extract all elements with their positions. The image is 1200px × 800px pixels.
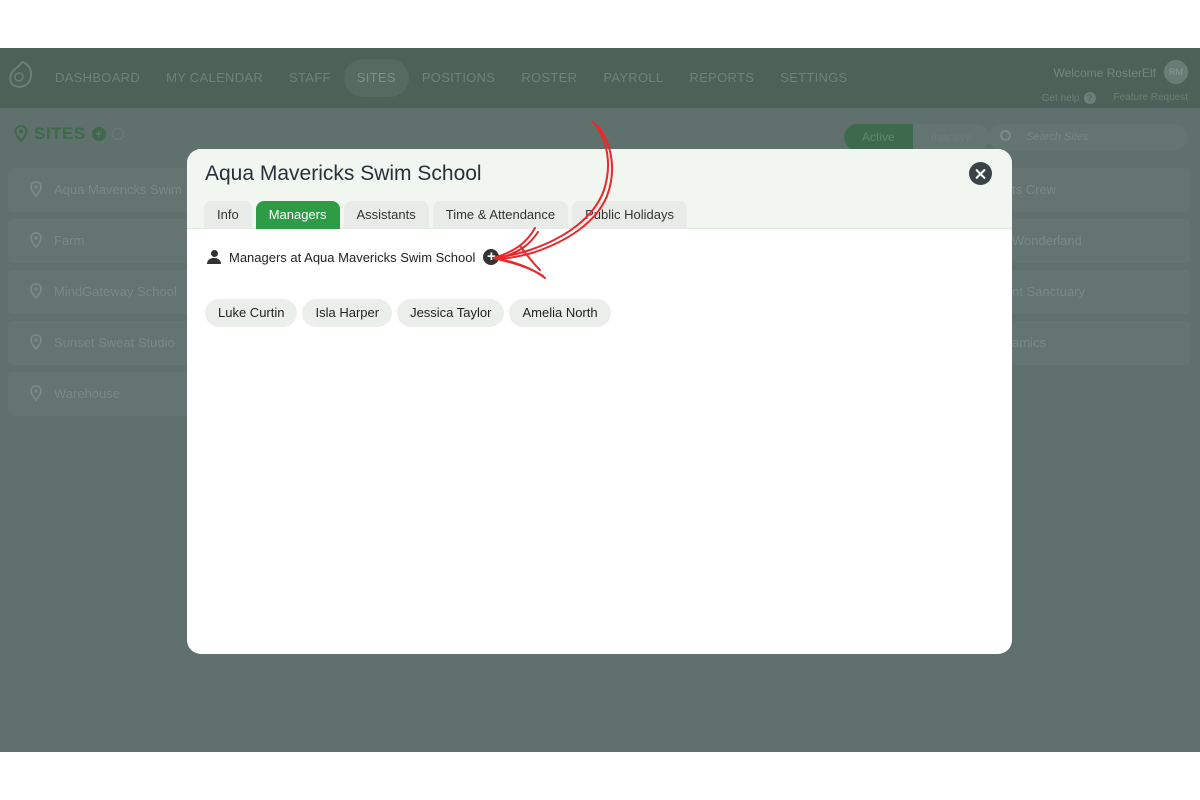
site-row[interactable]: MindGateway School bbox=[8, 270, 194, 314]
nav-sites[interactable]: SITES bbox=[343, 59, 409, 97]
get-help-link[interactable]: Get help? bbox=[1042, 92, 1096, 104]
filter-inactive-button[interactable]: Inactive bbox=[912, 124, 991, 150]
site-name: Aqua Mavericks Swim Sc bbox=[54, 182, 194, 197]
feature-request-link[interactable]: Feature Request bbox=[1114, 92, 1189, 104]
location-pin-icon bbox=[30, 232, 42, 249]
add-site-icon[interactable]: + bbox=[91, 127, 106, 141]
manager-list: Luke Curtin Isla Harper Jessica Taylor A… bbox=[205, 299, 611, 327]
search-icon bbox=[1000, 130, 1011, 141]
page-title: SITES bbox=[34, 124, 86, 143]
top-navigation: DASHBOARD MY CALENDAR STAFF SITES POSITI… bbox=[0, 48, 1200, 108]
site-name: Warehouse bbox=[54, 386, 120, 401]
manager-chip[interactable]: Amelia North bbox=[509, 299, 611, 327]
manager-chip[interactable]: Luke Curtin bbox=[205, 299, 298, 327]
welcome-text: Welcome RosterElf bbox=[1053, 66, 1156, 80]
site-details-modal: Aqua Mavericks Swim School Info Managers… bbox=[187, 149, 1012, 654]
app-background: DASHBOARD MY CALENDAR STAFF SITES POSITI… bbox=[0, 48, 1200, 752]
manager-chip[interactable]: Jessica Taylor bbox=[397, 299, 505, 327]
managers-section-label: Managers at Aqua Mavericks Swim School bbox=[229, 249, 476, 265]
question-icon: ? bbox=[1083, 92, 1096, 104]
location-pin-icon bbox=[30, 334, 42, 351]
site-row[interactable]: Sunset Sweat Studio bbox=[8, 321, 194, 365]
site-row[interactable]: nt Sanctuary bbox=[990, 270, 1190, 314]
nav-positions[interactable]: POSITIONS bbox=[409, 59, 509, 97]
site-name: Wonderland bbox=[1012, 233, 1082, 248]
site-row[interactable]: amics bbox=[990, 321, 1190, 365]
site-row[interactable]: Farm bbox=[8, 219, 194, 263]
modal-header: Aqua Mavericks Swim School Info Managers… bbox=[187, 149, 1012, 229]
get-help-label: Get help bbox=[1041, 93, 1080, 104]
nav-reports[interactable]: REPORTS bbox=[676, 59, 767, 97]
nav-staff[interactable]: STAFF bbox=[276, 59, 344, 97]
location-pin-icon bbox=[30, 181, 42, 198]
site-name: ts Crew bbox=[1012, 182, 1057, 197]
nav-settings[interactable]: SETTINGS bbox=[767, 59, 860, 97]
person-icon bbox=[207, 250, 221, 264]
site-row[interactable]: ts Crew bbox=[990, 168, 1190, 212]
tab-managers[interactable]: Managers bbox=[255, 201, 340, 229]
site-name: MindGateway School bbox=[54, 284, 177, 299]
location-pin-icon bbox=[30, 283, 42, 300]
nav-my-calendar[interactable]: MY CALENDAR bbox=[153, 59, 276, 97]
managers-section-header: Managers at Aqua Mavericks Swim School + bbox=[207, 249, 500, 265]
status-filter: Active Inactive bbox=[844, 124, 991, 150]
search-sites-input[interactable]: Search Sites bbox=[988, 124, 1188, 150]
site-row[interactable]: Wonderland bbox=[990, 219, 1190, 263]
modal-tabs: Info Managers Assistants Time & Attendan… bbox=[204, 201, 687, 229]
avatar[interactable]: RM bbox=[1164, 60, 1188, 84]
rosterelf-logo-icon bbox=[9, 60, 33, 88]
tab-public-holidays[interactable]: Public Holidays bbox=[572, 201, 687, 229]
site-row[interactable]: Aqua Mavericks Swim Sc bbox=[8, 168, 194, 212]
add-manager-button[interactable]: + bbox=[483, 249, 500, 265]
tab-info[interactable]: Info bbox=[204, 201, 252, 229]
site-name: Sunset Sweat Studio bbox=[54, 335, 175, 350]
close-icon[interactable] bbox=[969, 162, 992, 185]
nav-payroll[interactable]: PAYROLL bbox=[590, 59, 676, 97]
nav-dashboard[interactable]: DASHBOARD bbox=[42, 59, 153, 97]
site-name: nt Sanctuary bbox=[1012, 284, 1085, 299]
site-name: Farm bbox=[54, 233, 85, 248]
site-row[interactable]: Warehouse bbox=[8, 372, 194, 416]
search-placeholder: Search Sites bbox=[1026, 131, 1089, 143]
modal-title: Aqua Mavericks Swim School bbox=[205, 162, 482, 185]
tab-time-attendance[interactable]: Time & Attendance bbox=[432, 201, 569, 229]
location-pin-icon bbox=[14, 125, 28, 143]
help-circle-icon[interactable] bbox=[111, 128, 124, 140]
site-name: amics bbox=[1012, 335, 1046, 350]
location-pin-icon bbox=[30, 385, 42, 402]
filter-active-button[interactable]: Active bbox=[844, 124, 913, 150]
tab-assistants[interactable]: Assistants bbox=[343, 201, 429, 229]
sites-header: SITES + bbox=[14, 124, 124, 144]
nav-roster[interactable]: ROSTER bbox=[508, 59, 590, 97]
manager-chip[interactable]: Isla Harper bbox=[302, 299, 393, 327]
